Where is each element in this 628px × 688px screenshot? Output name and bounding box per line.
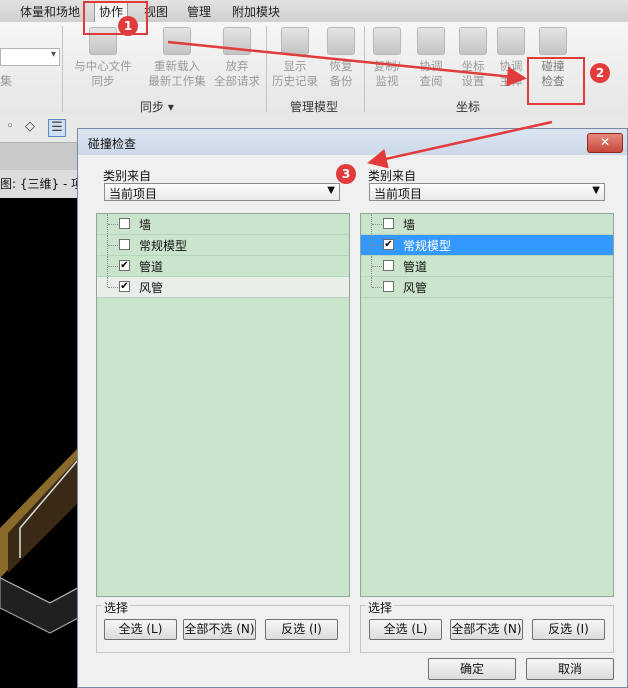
step-badge-2: 2: [590, 63, 610, 83]
step-badge-3: 3: [336, 164, 356, 184]
annotation-arrows: [167, 40, 553, 169]
step-badge-1: 1: [118, 16, 138, 36]
